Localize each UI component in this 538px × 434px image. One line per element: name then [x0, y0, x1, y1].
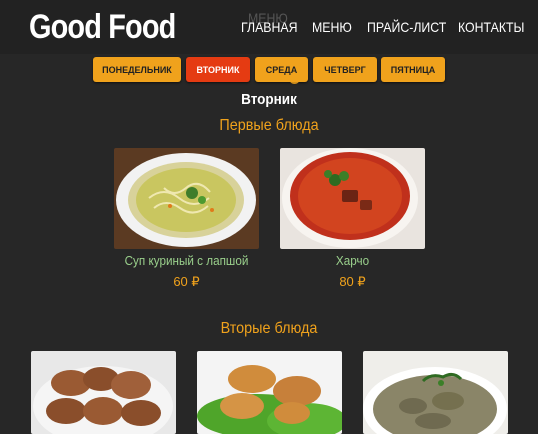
header: Good Food МЕНЮ ГЛАВНАЯ МЕНЮ ПРАЙС-ЛИСТ К… [0, 0, 538, 54]
dish-price: 80 ₽ [339, 274, 366, 289]
tab-wednesday[interactable]: СРЕДА [255, 57, 308, 82]
section-title-second: Вторые блюда [220, 320, 318, 337]
tab-friday[interactable]: ПЯТНИЦА [381, 57, 445, 82]
nav-home[interactable]: ГЛАВНАЯ [241, 19, 298, 35]
kharcho-soup-image[interactable] [280, 148, 425, 249]
dish-price: 60 ₽ [173, 274, 200, 289]
cutlets-image[interactable] [31, 351, 176, 434]
cutlets-with-lettuce-image[interactable] [197, 351, 342, 434]
chicken-noodle-soup-image[interactable] [114, 148, 259, 249]
day-tabs: ПОНЕДЕЛЬНИК ВТОРНИК СРЕДА ЧЕТВЕРГ ПЯТНИЦ… [0, 57, 538, 83]
nav-menu[interactable]: МЕНЮ [312, 19, 352, 35]
current-day-title: Вторник [241, 91, 297, 108]
nav-contacts[interactable]: КОНТАКТЫ [458, 19, 524, 35]
nav-price-list[interactable]: ПРАЙС-ЛИСТ [367, 19, 446, 35]
mouse-cursor-icon [289, 73, 300, 84]
dish-name[interactable]: Суп куриный с лапшой [121, 253, 252, 268]
meat-stew-image[interactable] [363, 351, 508, 434]
tab-thursday[interactable]: ЧЕТВЕРГ [313, 57, 377, 82]
tab-monday[interactable]: ПОНЕДЕЛЬНИК [93, 57, 181, 82]
dish-name[interactable]: Харчо [287, 253, 418, 268]
main-nav: ГЛАВНАЯ МЕНЮ ПРАЙС-ЛИСТ КОНТАКТЫ [0, 19, 538, 39]
tab-tuesday[interactable]: ВТОРНИК [186, 57, 250, 82]
section-title-first: Первые блюда [219, 117, 319, 134]
